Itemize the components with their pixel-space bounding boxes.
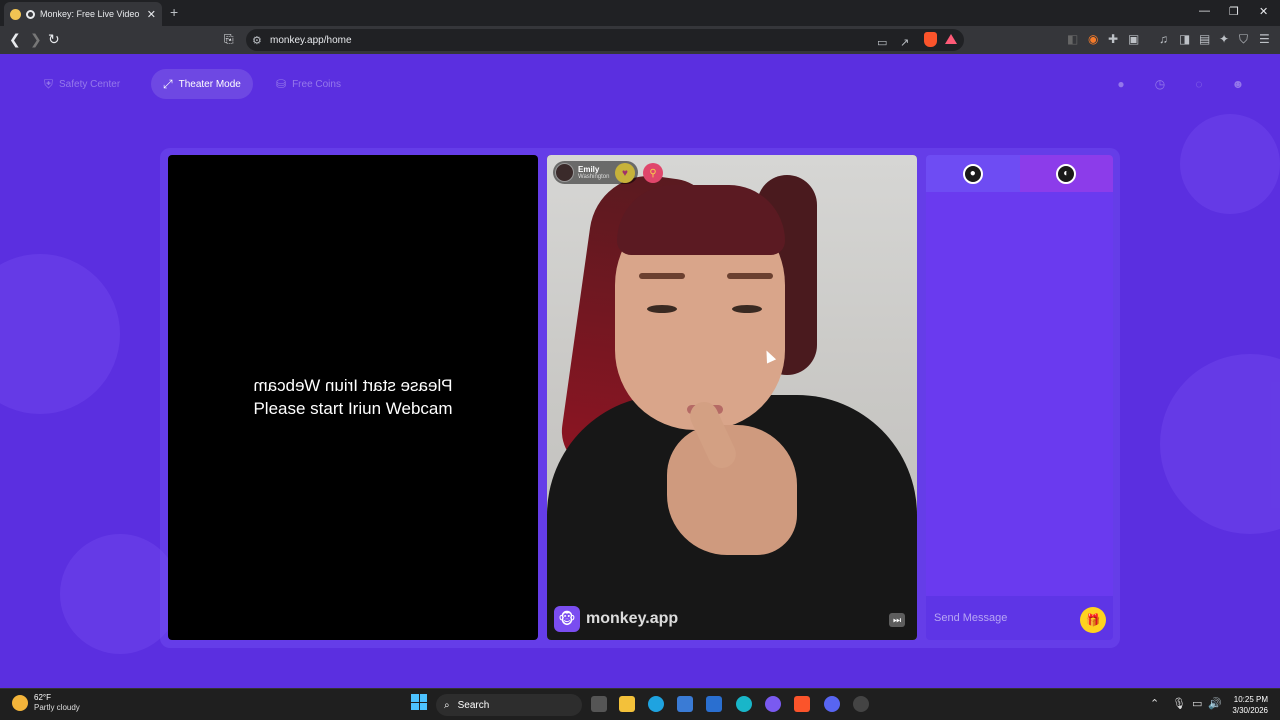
top-nav: ⛨ Safety Center ⤢ Theater Mode ⛁ Free Co…: [0, 54, 1280, 114]
messages-icon[interactable]: ◌: [1189, 74, 1209, 94]
app-icon[interactable]: [765, 696, 781, 712]
profile-icon[interactable]: ●: [1111, 74, 1131, 94]
clock-time: 10:25 PM: [1233, 695, 1268, 704]
tray-overflow-icon[interactable]: ⌃: [1150, 697, 1159, 710]
free-coins-label: Free Coins: [292, 78, 341, 90]
monkey-logo-icon: 🐵: [554, 606, 580, 632]
new-tab-button[interactable]: +: [170, 4, 178, 20]
share-icon[interactable]: ↗: [900, 36, 909, 49]
reload-icon[interactable]: ↻: [48, 31, 60, 48]
windows-taskbar: 62°F Partly cloudy ⌕ Search ⌃ 🎙 ▭ 🔊 10:2…: [0, 688, 1280, 720]
mirrored-webcam-message: Please start Iriun Webcam: [253, 376, 453, 395]
monkey-watermark: 🐵 monkey.app: [554, 606, 678, 632]
coins-icon: ⛁: [276, 77, 287, 91]
webcam-message: Please start Iriun Webcam: [253, 399, 453, 418]
safety-center-button[interactable]: ⛨ Safety Center: [32, 69, 132, 99]
expand-icon: ⤢: [163, 76, 173, 91]
taskbar-search-label: Search: [457, 699, 490, 711]
remote-user-name: Emily: [578, 164, 600, 174]
remote-avatar-icon: ◐: [1056, 163, 1077, 184]
task-view-icon[interactable]: [591, 696, 607, 712]
tab-search-icon[interactable]: ▣: [1128, 32, 1139, 46]
chat-tabs: ● ◐: [926, 155, 1113, 192]
free-coins-button[interactable]: ⛁ Free Coins: [264, 69, 353, 99]
history-icon[interactable]: ◷: [1150, 74, 1170, 94]
tab-title: Monkey: Free Live Video Chat: [40, 9, 142, 19]
shield-icon: ⛨: [44, 76, 54, 91]
tab-close-icon[interactable]: ✕: [147, 8, 156, 21]
local-video-panel: Please start Iriun Webcam Please start I…: [168, 155, 538, 640]
skip-icon[interactable]: ⏭: [889, 613, 905, 627]
monkey-favicon-icon: [10, 8, 21, 20]
weather-widget[interactable]: 62°F Partly cloudy: [12, 693, 80, 713]
vpn-icon[interactable]: ⛉: [1239, 32, 1248, 47]
leo-icon[interactable]: ✦: [1219, 32, 1229, 46]
forward-icon[interactable]: ❯: [30, 31, 42, 48]
brave-rewards-icon[interactable]: [945, 34, 957, 44]
address-bar[interactable]: ⚙ monkey.app/home: [246, 29, 964, 51]
volume-icon[interactable]: 🔊: [1208, 697, 1222, 710]
obs-icon[interactable]: [853, 696, 869, 712]
url-text[interactable]: monkey.app/home: [270, 35, 352, 46]
close-window-button[interactable]: ✕: [1259, 5, 1268, 18]
clock-date: 3/30/2026: [1232, 706, 1268, 715]
outlook-icon[interactable]: [706, 696, 722, 712]
music-icon[interactable]: ♫: [1159, 32, 1168, 46]
minimize-button[interactable]: —: [1199, 5, 1210, 17]
chat-tab-self[interactable]: ●: [926, 155, 1020, 192]
brand-name: monkey.app: [586, 610, 679, 627]
safety-center-label: Safety Center: [59, 78, 121, 90]
cast-icon[interactable]: ▭: [877, 36, 887, 49]
sidebar-icon[interactable]: ◨: [1179, 32, 1190, 46]
microphone-icon[interactable]: 🎙: [1172, 697, 1186, 710]
browser-tab[interactable]: Monkey: Free Live Video Chat ✕: [4, 2, 162, 26]
weather-condition: Partly cloudy: [34, 703, 80, 712]
self-avatar-icon: ●: [962, 163, 983, 184]
recording-indicator-icon: [26, 9, 35, 19]
wallet-icon[interactable]: ▤: [1199, 32, 1210, 46]
weather-temp: 62°F: [34, 693, 51, 702]
system-clock[interactable]: 10:25 PM 3/30/2026: [1222, 694, 1268, 716]
location-pin-icon[interactable]: ⚲: [643, 163, 663, 183]
heart-badge-icon[interactable]: ♥: [615, 163, 635, 183]
taskbar-search[interactable]: ⌕ Search: [436, 694, 582, 716]
disabled-extension-icon[interactable]: ◧: [1067, 32, 1078, 46]
brave-taskbar-icon[interactable]: [794, 696, 810, 712]
extension-icon[interactable]: ◉: [1088, 32, 1098, 46]
menu-icon[interactable]: ☰: [1259, 32, 1270, 46]
chat-tab-remote[interactable]: ◐: [1019, 155, 1113, 192]
ccleaner-icon[interactable]: [736, 696, 752, 712]
remote-user-avatar: [555, 163, 574, 182]
bookmark-icon[interactable]: ⎘: [224, 32, 234, 47]
theater-mode-label: Theater Mode: [178, 78, 241, 90]
back-icon[interactable]: ❮: [9, 31, 21, 48]
gift-button[interactable]: 🎁: [1080, 607, 1106, 633]
monkey-avatar-icon[interactable]: ☻: [1228, 74, 1248, 94]
tab-strip: Monkey: Free Live Video Chat ✕ + — ❐ ✕: [0, 0, 1280, 26]
edge-icon[interactable]: [648, 696, 664, 712]
partly-cloudy-icon: [12, 695, 28, 711]
remote-video-panel: Emily Washington ♥ ⚲ 🐵 monkey.app ⏭: [547, 155, 917, 640]
chat-panel: ● ◐ Send Message 🎁: [926, 155, 1113, 640]
extensions-icon[interactable]: ✚: [1108, 32, 1118, 46]
theater-mode-button[interactable]: ⤢ Theater Mode: [151, 69, 253, 99]
store-icon[interactable]: [677, 696, 693, 712]
search-icon: ⌕: [444, 699, 450, 711]
start-button[interactable]: [411, 694, 427, 710]
file-explorer-icon[interactable]: [619, 696, 635, 712]
windows-logo-icon: [411, 694, 427, 710]
remote-user-location: Washington: [578, 173, 610, 180]
restore-button[interactable]: ❐: [1229, 5, 1239, 18]
brave-shields-icon[interactable]: [924, 32, 937, 47]
discord-icon[interactable]: [824, 696, 840, 712]
network-icon[interactable]: ▭: [1192, 697, 1202, 710]
site-info-icon[interactable]: ⚙: [252, 34, 262, 47]
